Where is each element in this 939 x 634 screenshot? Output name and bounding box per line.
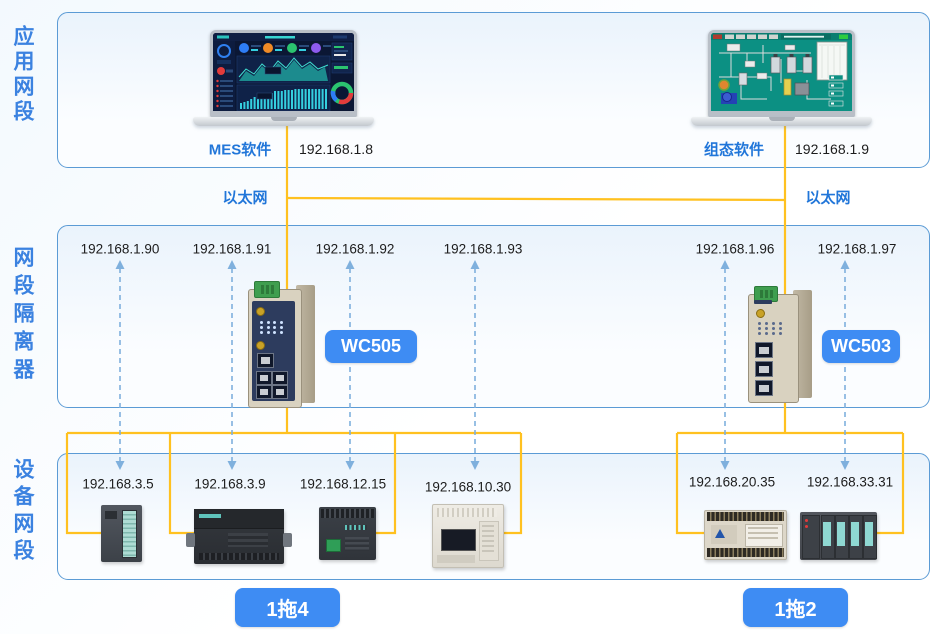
wan-ip-96: 192.168.1.96 xyxy=(696,242,775,257)
wc505-badge: WC505 xyxy=(325,330,417,363)
plc5-device xyxy=(704,510,787,560)
wc505-lan-port-4 xyxy=(272,385,288,399)
wc505-lan-port-1 xyxy=(256,371,272,385)
plc4-display-window xyxy=(441,529,476,551)
wc505-led-grid xyxy=(260,321,284,334)
plc2-brand-mark xyxy=(199,514,221,518)
plc3-terminal-row xyxy=(321,509,374,518)
plc3-label-lines xyxy=(345,537,369,551)
plc3-ip: 192.168.12.15 xyxy=(300,477,386,492)
plc5-terminal-bottom xyxy=(707,548,784,557)
arrowheads xyxy=(116,260,850,470)
mes-laptop-base xyxy=(193,117,374,126)
plc2-top-band xyxy=(194,509,284,529)
scada-laptop-base xyxy=(691,117,872,126)
plc6-cpu-led-2 xyxy=(805,525,808,528)
plc5-io-panel-lines xyxy=(748,527,778,542)
ethernet-label-left: 以太网 xyxy=(222,187,267,208)
plc6-module-4-window xyxy=(865,522,873,546)
wan-ip-91: 192.168.1.91 xyxy=(193,242,272,257)
wc503-antenna-connector xyxy=(756,309,765,318)
wc505-antenna-connector xyxy=(256,307,265,316)
scada-laptop-notch xyxy=(769,117,795,121)
wc505-device xyxy=(248,281,315,406)
scada-art xyxy=(711,33,852,111)
plc4-vents xyxy=(437,508,497,517)
plc1-ip: 192.168.3.5 xyxy=(82,477,153,492)
plc6-cpu-led-1 xyxy=(805,519,808,522)
plc2-ip: 192.168.3.9 xyxy=(194,477,265,492)
wan-ip-90: 192.168.1.90 xyxy=(81,242,160,257)
wc505-lan-port-3 xyxy=(256,385,272,399)
application-segment-label: 应用网段 xyxy=(9,24,37,126)
plc6-module-1-window xyxy=(823,522,831,546)
plc5-ip: 192.168.20.35 xyxy=(689,475,775,490)
mes-laptop-notch xyxy=(271,117,297,121)
ethernet-cross-link xyxy=(287,198,785,200)
plc1-device xyxy=(101,505,142,562)
isolator-segment-label: 网段隔离器 xyxy=(9,243,37,389)
ethernet-label-right: 以太网 xyxy=(805,187,850,208)
plc4-bottom-strip xyxy=(437,555,475,563)
plc3-led-row xyxy=(345,525,367,530)
scada-ip: 192.168.1.9 xyxy=(795,141,869,157)
plc6-ip: 192.168.33.31 xyxy=(807,475,893,490)
plc2-mount-tab-left xyxy=(186,533,195,547)
device-segment-label: 设备网段 xyxy=(9,455,37,569)
one-to-two-badge: 1拖2 xyxy=(743,588,848,627)
wan-ip-92: 192.168.1.92 xyxy=(316,242,395,257)
mes-laptop xyxy=(193,30,374,127)
plc4-device xyxy=(432,504,504,568)
mes-laptop-screen xyxy=(210,30,357,117)
wc505-wan-port xyxy=(257,353,274,368)
plc2-mount-tab-right xyxy=(283,533,292,547)
plc4-ip: 192.168.10.30 xyxy=(425,480,511,495)
wc503-port-2 xyxy=(755,361,773,377)
plc2-terminal-row xyxy=(199,553,279,560)
wc503-port-1 xyxy=(755,342,773,358)
plc4-right-panel-lines xyxy=(482,525,494,553)
plc2-label-lines xyxy=(228,533,268,547)
plc6-device xyxy=(800,512,877,560)
plc1-led-strip xyxy=(122,510,137,558)
scada-software-label: 组态软件 xyxy=(704,139,764,160)
wc503-device xyxy=(748,286,812,401)
wc505-lan-port-2 xyxy=(272,371,288,385)
drop-to-plc2 xyxy=(170,433,194,533)
wan-ip-93: 192.168.1.93 xyxy=(444,242,523,257)
plc5-terminal-top xyxy=(707,512,784,521)
wc503-port-3 xyxy=(755,380,773,396)
plc3-device xyxy=(319,507,376,560)
wan-ip-97: 192.168.1.97 xyxy=(818,242,897,257)
wc503-led-grid xyxy=(758,322,784,335)
wc503-logo xyxy=(754,300,772,304)
wc505-antenna-connector-2 xyxy=(256,341,265,350)
plc3-ethernet-port xyxy=(326,539,341,552)
scada-laptop-screen xyxy=(708,30,855,117)
plc2-device xyxy=(194,509,284,564)
plc1-label-area xyxy=(105,511,117,519)
plc6-module-2-window xyxy=(837,522,845,546)
plc6-module-3-window xyxy=(851,522,859,546)
mes-ip: 192.168.1.8 xyxy=(299,141,373,157)
mes-software-label: MES软件 xyxy=(209,139,272,160)
wc505-terminal-block xyxy=(254,281,280,298)
one-to-four-badge: 1拖4 xyxy=(235,588,340,627)
mes-dashboard-art xyxy=(213,33,354,111)
scada-laptop xyxy=(691,30,872,127)
wc503-badge: WC503 xyxy=(822,330,900,363)
plc5-delta-logo xyxy=(715,529,725,538)
network-diagram: 应用网段 网段隔离器 设备网段 xyxy=(0,0,939,634)
